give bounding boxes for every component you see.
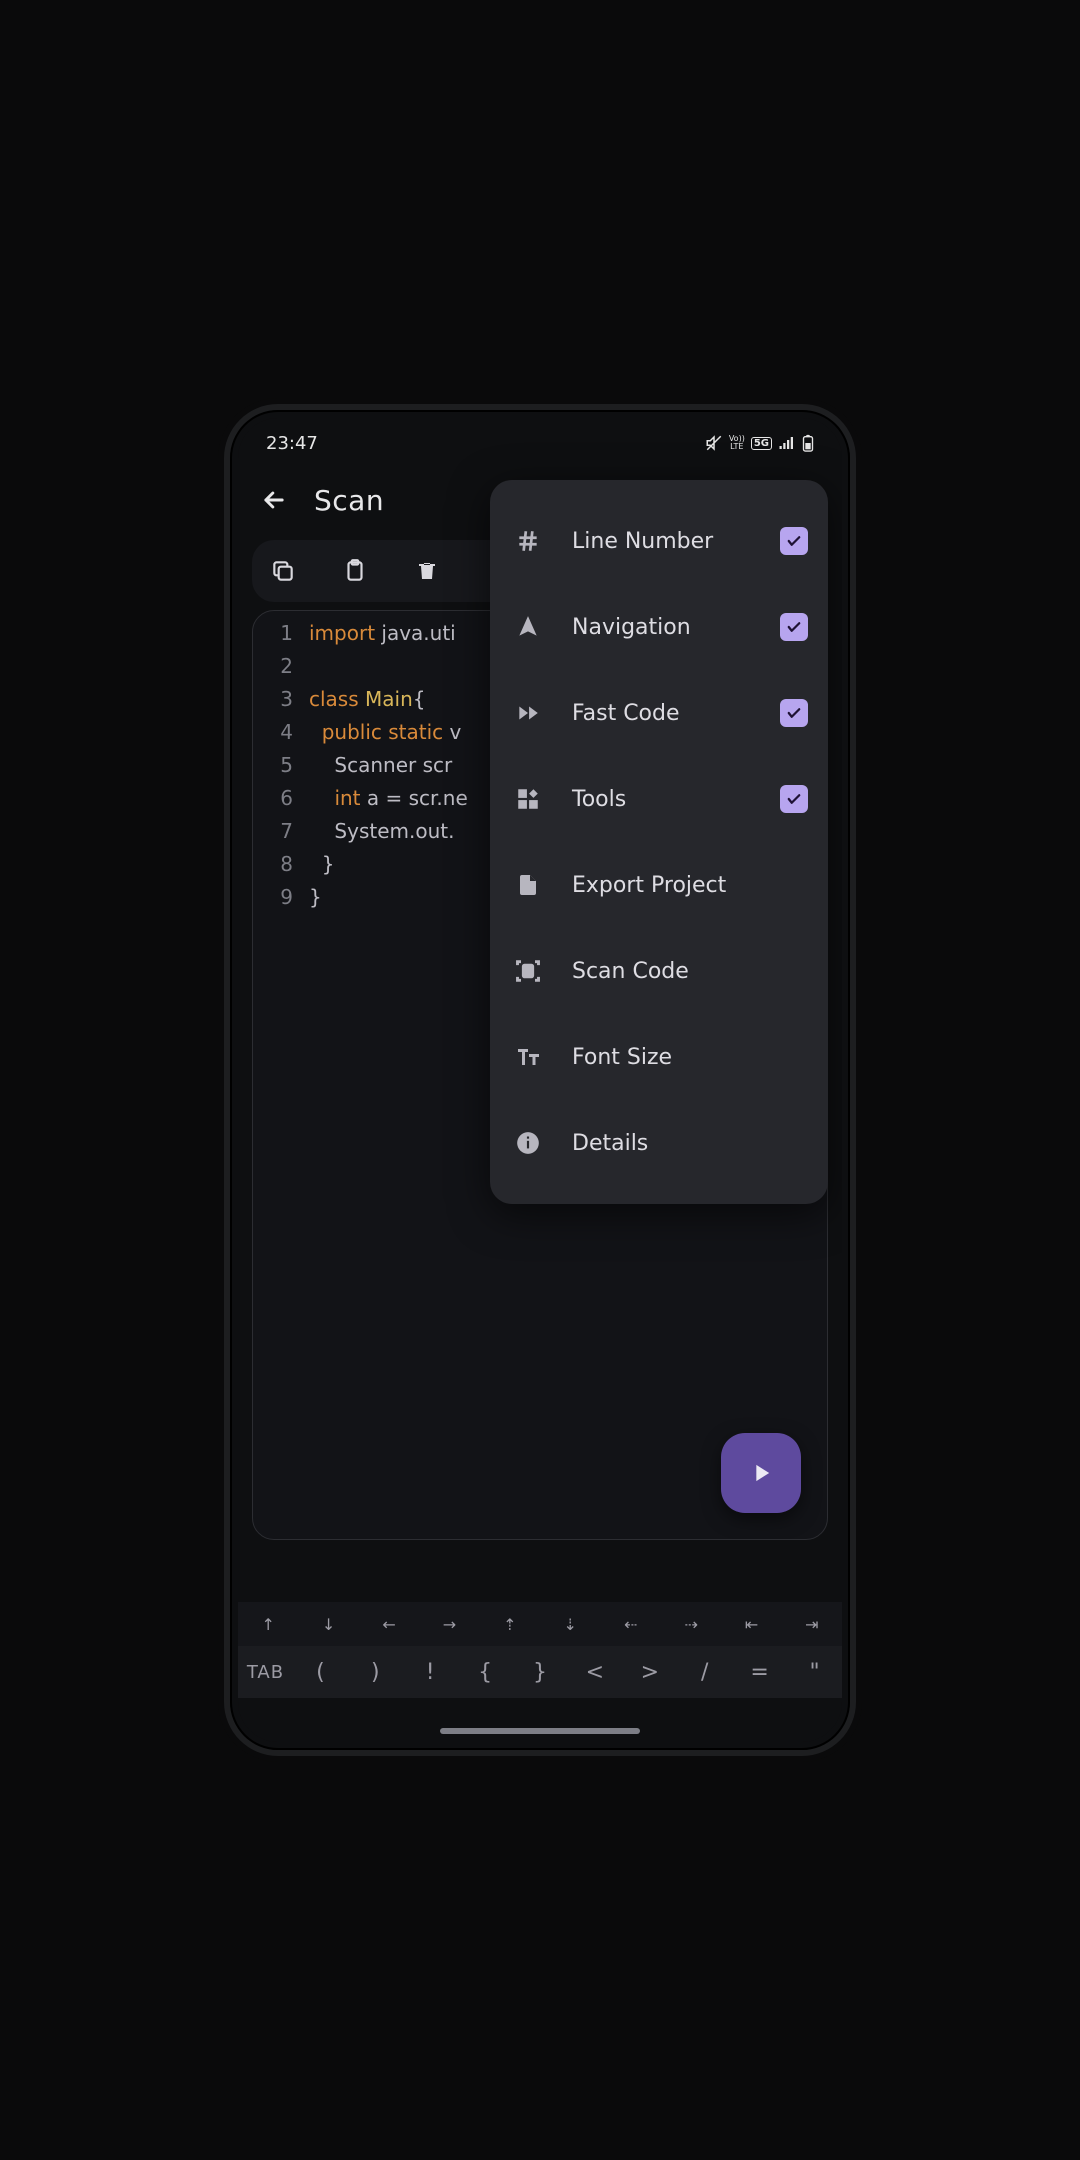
back-button[interactable] bbox=[254, 480, 294, 520]
mute-icon bbox=[705, 434, 723, 452]
menu-item-details[interactable]: Details bbox=[506, 1100, 812, 1186]
ff-icon bbox=[510, 695, 546, 731]
symbol-key[interactable]: " bbox=[787, 1660, 842, 1685]
checkbox-checked[interactable] bbox=[780, 699, 808, 727]
tools-icon bbox=[510, 781, 546, 817]
nav-key[interactable]: ↑ bbox=[238, 1615, 298, 1634]
code-text: } bbox=[309, 881, 322, 914]
menu-item-label: Line Number bbox=[572, 529, 754, 554]
nav-key[interactable]: ← bbox=[359, 1615, 419, 1634]
menu-item-navigation[interactable]: Navigation bbox=[506, 584, 812, 670]
nav-key[interactable]: ⇤ bbox=[721, 1615, 781, 1634]
checkbox-checked[interactable] bbox=[780, 785, 808, 813]
overflow-menu: Line Number Navigation Fast Code Tools Expor… bbox=[490, 480, 828, 1204]
battery-icon bbox=[802, 434, 814, 452]
nav-key[interactable]: ⇢ bbox=[661, 1615, 721, 1634]
line-number: 2 bbox=[253, 650, 309, 683]
phone-frame: 23:47 Vo)) LTE 5G Scan bbox=[230, 410, 850, 1750]
gesture-pill[interactable] bbox=[440, 1728, 640, 1734]
code-text: class Main{ bbox=[309, 683, 426, 716]
screen: 23:47 Vo)) LTE 5G Scan bbox=[238, 418, 842, 1742]
5g-icon: 5G bbox=[751, 437, 772, 450]
menu-item-tools[interactable]: Tools bbox=[506, 756, 812, 842]
copy-button[interactable] bbox=[266, 554, 300, 588]
checkbox-checked[interactable] bbox=[780, 613, 808, 641]
line-number: 9 bbox=[253, 881, 309, 914]
tab-key[interactable]: TAB bbox=[238, 1662, 293, 1683]
run-button[interactable] bbox=[721, 1433, 801, 1513]
menu-item-label: Export Project bbox=[572, 873, 808, 898]
line-number: 8 bbox=[253, 848, 309, 881]
menu-item-label: Tools bbox=[572, 787, 754, 812]
scan-icon bbox=[510, 953, 546, 989]
line-number: 5 bbox=[253, 749, 309, 782]
code-text: } bbox=[309, 848, 334, 881]
menu-item-fast-code[interactable]: Fast Code bbox=[506, 670, 812, 756]
nav-key-row: ↑↓←→⇡⇣⇠⇢⇤⇥ bbox=[238, 1602, 842, 1646]
code-text: Scanner scr bbox=[309, 749, 452, 782]
checkbox-checked[interactable] bbox=[780, 527, 808, 555]
line-number: 1 bbox=[253, 617, 309, 650]
menu-item-export-project[interactable]: Export Project bbox=[506, 842, 812, 928]
line-number: 3 bbox=[253, 683, 309, 716]
symbol-key[interactable]: / bbox=[677, 1660, 732, 1685]
export-icon bbox=[510, 867, 546, 903]
code-text: public static v bbox=[309, 716, 461, 749]
delete-button[interactable] bbox=[410, 554, 444, 588]
menu-item-scan-code[interactable]: Scan Code bbox=[506, 928, 812, 1014]
nav-key[interactable]: → bbox=[419, 1615, 479, 1634]
clipboard-button[interactable] bbox=[338, 554, 372, 588]
symbol-key[interactable]: } bbox=[513, 1660, 568, 1685]
symbol-key[interactable]: ( bbox=[293, 1660, 348, 1685]
nav-key[interactable]: ↓ bbox=[298, 1615, 358, 1634]
menu-item-label: Fast Code bbox=[572, 701, 754, 726]
menu-item-label: Details bbox=[572, 1131, 808, 1156]
hash-icon bbox=[510, 523, 546, 559]
nav-key[interactable]: ⇠ bbox=[600, 1615, 660, 1634]
symbol-key[interactable]: < bbox=[567, 1660, 622, 1685]
status-time: 23:47 bbox=[266, 433, 318, 454]
line-number: 4 bbox=[253, 716, 309, 749]
status-bar: 23:47 Vo)) LTE 5G bbox=[238, 418, 842, 468]
code-text: import java.uti bbox=[309, 617, 456, 650]
menu-item-line-number[interactable]: Line Number bbox=[506, 498, 812, 584]
menu-item-label: Scan Code bbox=[572, 959, 808, 984]
font-icon bbox=[510, 1039, 546, 1075]
info-icon bbox=[510, 1125, 546, 1161]
line-number: 6 bbox=[253, 782, 309, 815]
code-text: System.out. bbox=[309, 815, 454, 848]
symbol-key[interactable]: ! bbox=[403, 1660, 458, 1685]
symbol-key[interactable]: { bbox=[458, 1660, 513, 1685]
nav-icon bbox=[510, 609, 546, 645]
line-number: 7 bbox=[253, 815, 309, 848]
menu-item-label: Navigation bbox=[572, 615, 754, 640]
nav-key[interactable]: ⇥ bbox=[782, 1615, 842, 1634]
nav-key[interactable]: ⇣ bbox=[540, 1615, 600, 1634]
lte-icon: Vo)) LTE bbox=[729, 435, 745, 451]
symbol-key[interactable]: > bbox=[622, 1660, 677, 1685]
symbol-key-row: TAB()!{}<>/=" bbox=[238, 1646, 842, 1698]
code-text: int a = scr.ne bbox=[309, 782, 468, 815]
menu-item-label: Font Size bbox=[572, 1045, 808, 1070]
status-icons: Vo)) LTE 5G bbox=[705, 434, 814, 452]
menu-item-font-size[interactable]: Font Size bbox=[506, 1014, 812, 1100]
signal-icon bbox=[778, 434, 796, 452]
nav-key[interactable]: ⇡ bbox=[480, 1615, 540, 1634]
page-title: Scan bbox=[314, 484, 384, 517]
symbol-key[interactable]: ) bbox=[348, 1660, 403, 1685]
symbol-key[interactable]: = bbox=[732, 1660, 787, 1685]
